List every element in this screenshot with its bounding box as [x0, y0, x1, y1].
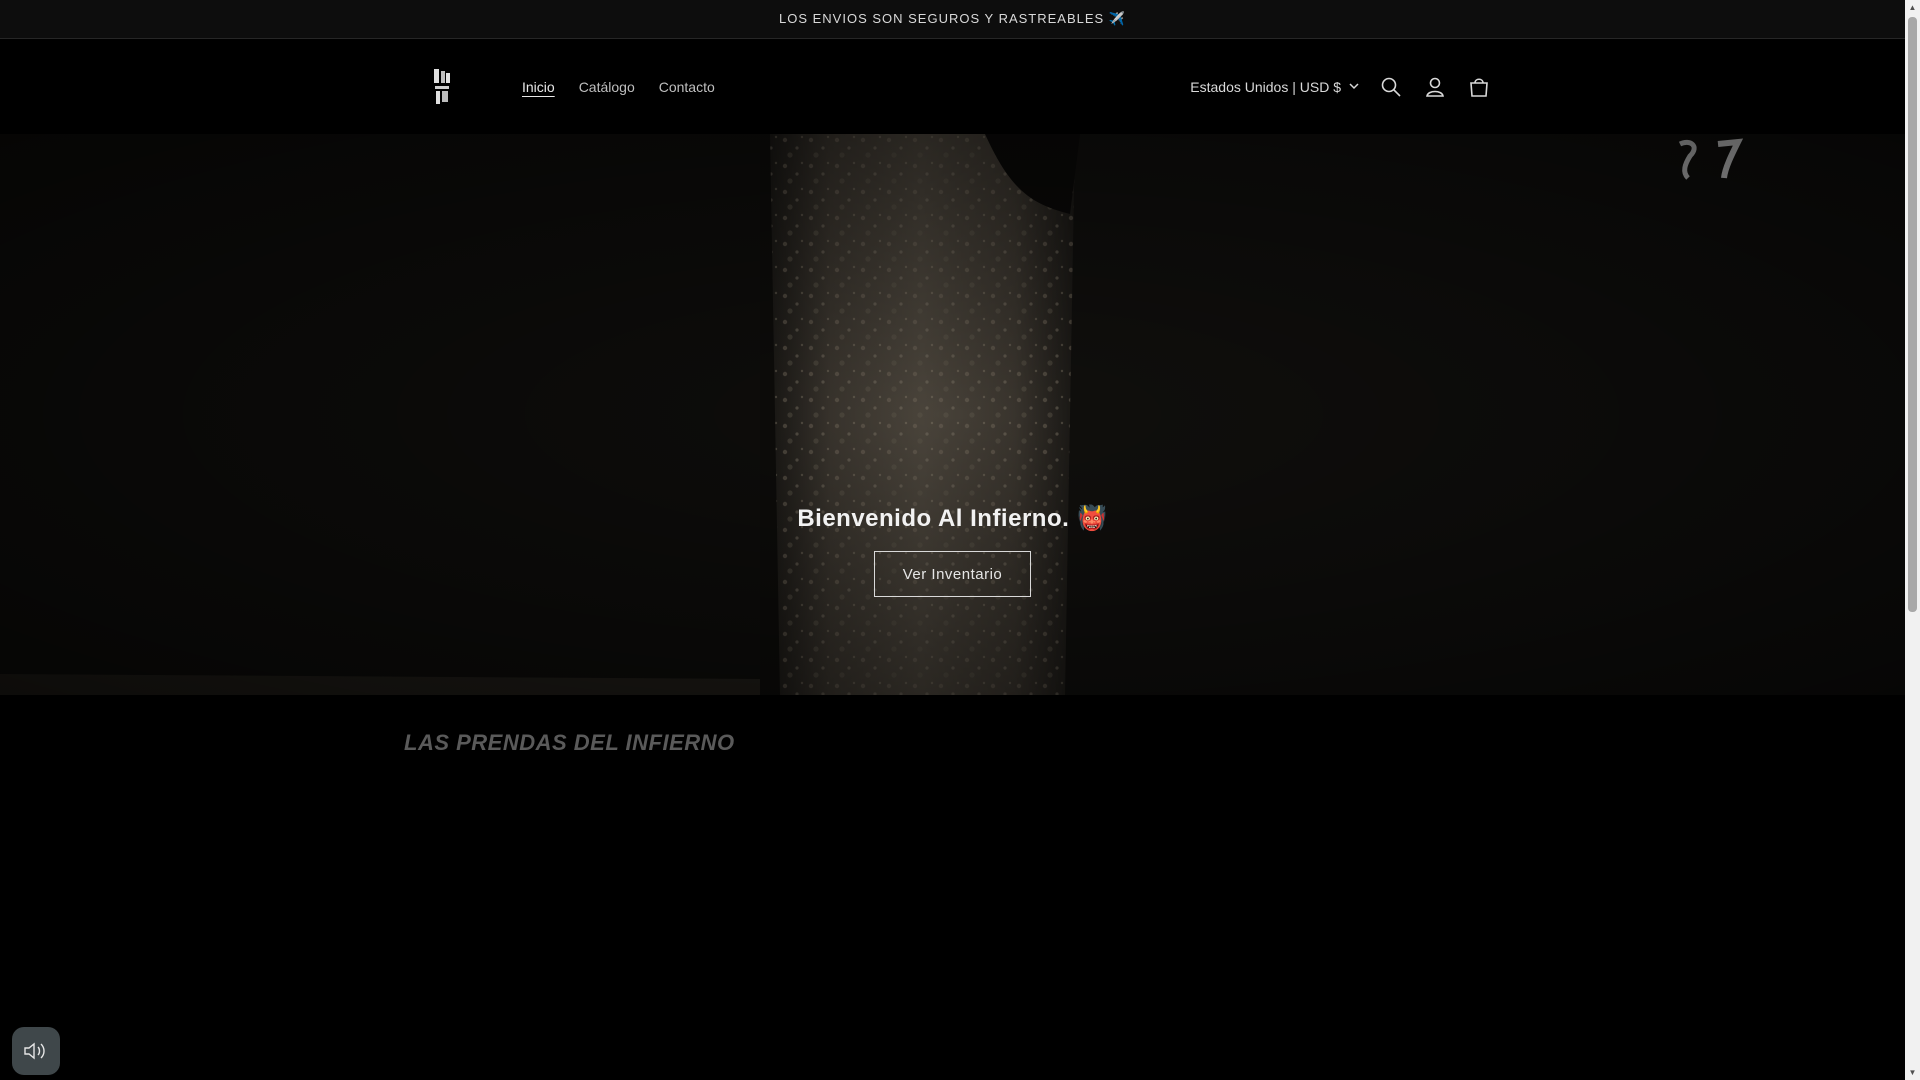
nav-item-catalogo[interactable]: Catálogo: [567, 71, 647, 103]
search-button[interactable]: [1369, 65, 1413, 109]
collection-title: LAS PRENDAS DEL INFIERNO: [404, 730, 735, 755]
scroll-up-arrow-icon[interactable]: ▲: [1905, 0, 1920, 15]
hero-background-image: [0, 134, 1905, 695]
announcement-bar: LOS ENVIOS SON SEGUROS Y RASTREABLES ✈️: [0, 0, 1905, 39]
main-nav: Inicio Catálogo Contacto: [510, 71, 727, 103]
demon-emoji-icon: 👹: [1077, 505, 1108, 532]
scroll-down-arrow-icon[interactable]: ▼: [1905, 1065, 1920, 1080]
page-scrollbar[interactable]: ▲ ▼: [1905, 0, 1920, 1080]
country-selector[interactable]: Estados Unidos | USD $: [1180, 73, 1369, 101]
sound-toggle-button[interactable]: [12, 1027, 60, 1075]
announcement-text: LOS ENVIOS SON SEGUROS Y RASTREABLES ✈️: [778, 11, 1127, 26]
hero-content: Bienvenido Al Infierno. 👹 Ver Inventario: [0, 504, 1905, 597]
account-icon: [1426, 77, 1444, 97]
cart-button[interactable]: [1457, 65, 1501, 109]
speaker-icon: [24, 1042, 45, 1060]
logo-mark-icon: [434, 68, 450, 104]
hero-banner: Bienvenido Al Infierno. 👹 Ver Inventario: [0, 134, 1905, 695]
chevron-down-icon: [1349, 83, 1359, 90]
header-actions: Estados Unidos | USD $: [1180, 65, 1501, 109]
nav-item-inicio[interactable]: Inicio: [510, 71, 567, 103]
account-button[interactable]: [1413, 65, 1457, 109]
site-header: Inicio Catálogo Contacto Estados Unidos …: [0, 39, 1905, 135]
store-logo[interactable]: [422, 62, 462, 112]
page: LOS ENVIOS SON SEGUROS Y RASTREABLES ✈️ …: [0, 0, 1905, 1080]
hero-title: Bienvenido Al Infierno. 👹: [797, 504, 1107, 533]
scrollbar-thumb[interactable]: [1908, 17, 1917, 612]
hero-title-text: Bienvenido Al Infierno.: [797, 504, 1070, 532]
ver-inventario-button[interactable]: Ver Inventario: [873, 551, 1032, 597]
country-selector-label: Estados Unidos | USD $: [1190, 78, 1341, 95]
nav-item-contacto[interactable]: Contacto: [647, 71, 727, 103]
header-inner: Inicio Catálogo Contacto Estados Unidos …: [404, 39, 1501, 134]
cart-icon: [1470, 77, 1488, 97]
search-icon: [1381, 77, 1401, 97]
